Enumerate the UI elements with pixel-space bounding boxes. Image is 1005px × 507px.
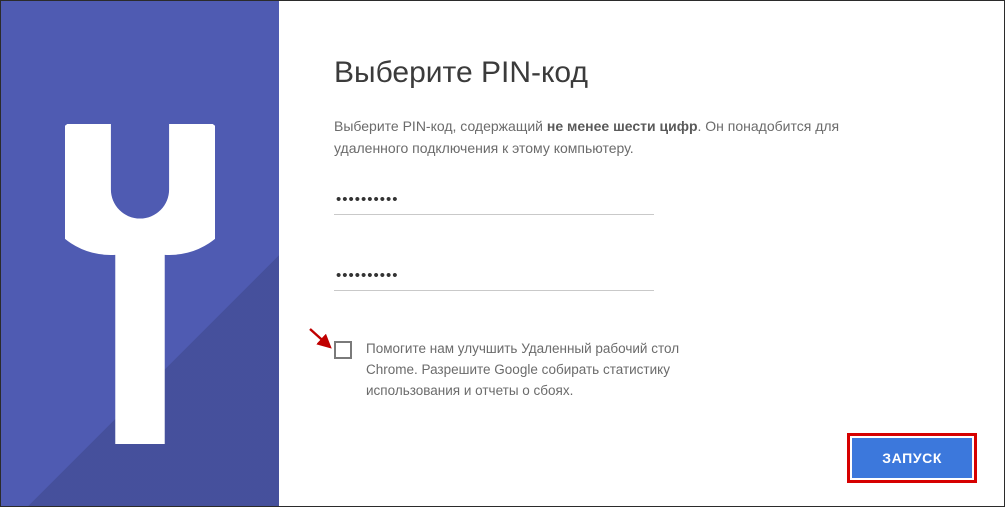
- pin-confirm-input[interactable]: [334, 259, 654, 291]
- description-text: Выберите PIN-код, содержащий не менее ше…: [334, 116, 894, 159]
- desc-before: Выберите PIN-код, содержащий: [334, 118, 547, 134]
- pin-input[interactable]: [334, 183, 654, 215]
- page-title: Выберите PIN-код: [334, 56, 949, 90]
- content-panel: Выберите PIN-код Выберите PIN-код, содер…: [279, 1, 1004, 506]
- launch-button[interactable]: ЗАПУСК: [852, 438, 972, 478]
- left-illustration-panel: [1, 1, 279, 506]
- annotation-arrow-icon: [308, 327, 336, 353]
- stats-checkbox-row: Помогите нам улучшить Удаленный рабочий …: [334, 339, 694, 402]
- desc-bold: не менее шести цифр: [547, 118, 698, 134]
- dialog-container: Выберите PIN-код Выберите PIN-код, содер…: [0, 0, 1005, 507]
- wrench-icon: [65, 124, 215, 444]
- stats-checkbox-label: Помогите нам улучшить Удаленный рабочий …: [366, 339, 694, 402]
- stats-checkbox[interactable]: [334, 341, 352, 359]
